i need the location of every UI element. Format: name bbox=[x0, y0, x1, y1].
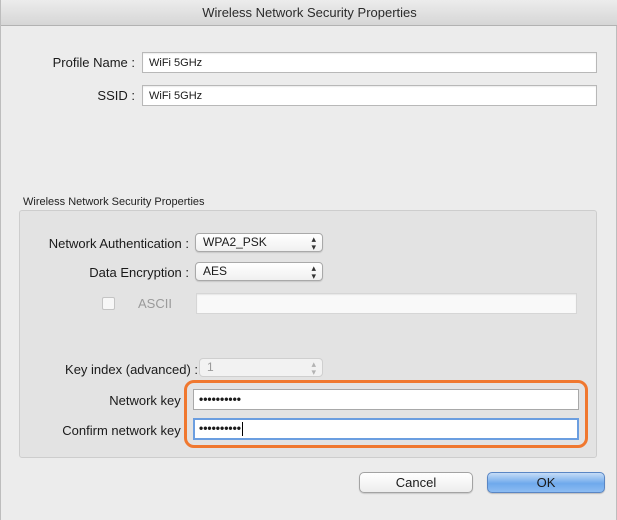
ssid-field[interactable]: WiFi 5GHz bbox=[142, 85, 597, 106]
ascii-label: ASCII bbox=[138, 296, 172, 311]
profile-name-field[interactable]: WiFi 5GHz bbox=[142, 52, 597, 73]
ascii-checkbox[interactable] bbox=[102, 297, 115, 310]
network-authentication-value: WPA2_PSK bbox=[203, 235, 267, 249]
network-key-value: •••••••••• bbox=[199, 392, 242, 406]
ok-button[interactable]: OK bbox=[487, 472, 605, 493]
network-authentication-select[interactable]: WPA2_PSK ▴ ▾ bbox=[195, 233, 323, 252]
ascii-key-field[interactable] bbox=[196, 293, 577, 314]
profile-name-label: Profile Name : bbox=[52, 55, 135, 70]
confirm-network-key-value: •••••••••• bbox=[199, 421, 242, 435]
network-authentication-label: Network Authentication : bbox=[48, 236, 189, 251]
network-key-label: Network key : bbox=[109, 393, 188, 408]
key-index-label: Key index (advanced) : bbox=[65, 362, 198, 377]
key-index-select[interactable]: 1 ▴ ▾ bbox=[199, 358, 323, 377]
dialog-window: Wireless Network Security Properties Pro… bbox=[0, 0, 617, 520]
up-down-chevron-icon: ▴ ▾ bbox=[311, 262, 316, 281]
up-down-chevron-icon: ▴ ▾ bbox=[311, 358, 316, 377]
confirm-network-key-field[interactable]: •••••••••• bbox=[193, 418, 579, 440]
window-title: Wireless Network Security Properties bbox=[1, 0, 617, 26]
confirm-network-key-label: Confirm network key : bbox=[62, 423, 188, 438]
ssid-label: SSID : bbox=[97, 88, 135, 103]
up-down-chevron-icon: ▴ ▾ bbox=[311, 233, 316, 252]
data-encryption-label: Data Encryption : bbox=[89, 265, 189, 280]
data-encryption-value: AES bbox=[203, 264, 228, 278]
data-encryption-select[interactable]: AES ▴ ▾ bbox=[195, 262, 323, 281]
network-key-field[interactable]: •••••••••• bbox=[193, 389, 579, 410]
key-index-value: 1 bbox=[207, 360, 214, 374]
cancel-button[interactable]: Cancel bbox=[359, 472, 473, 493]
text-caret bbox=[242, 421, 244, 436]
security-group-title: Wireless Network Security Properties bbox=[23, 196, 205, 208]
